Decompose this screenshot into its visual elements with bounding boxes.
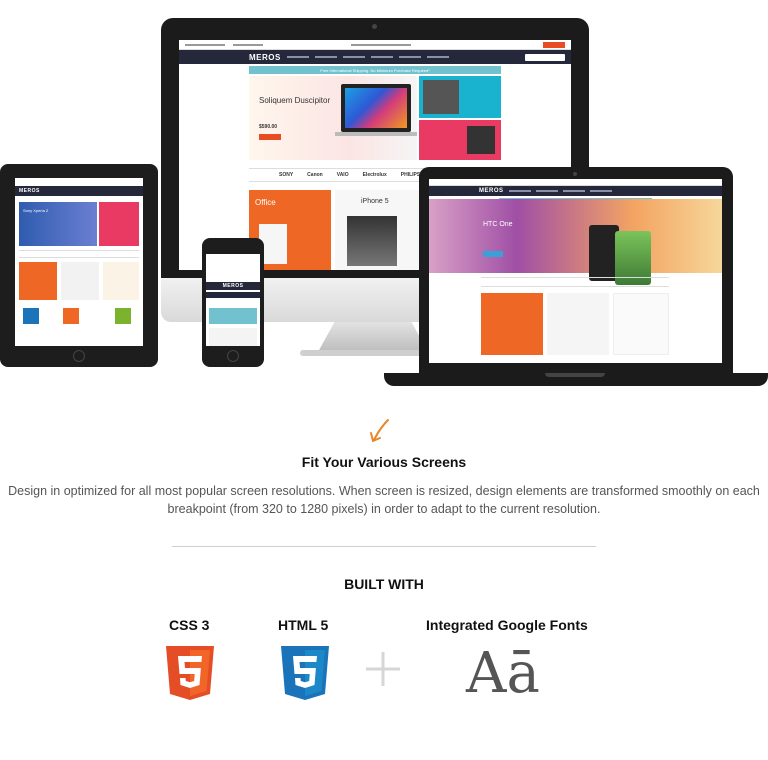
side-banner-top bbox=[419, 76, 501, 118]
tech-label-html5: HTML 5 bbox=[278, 617, 329, 633]
iphone-screen: MEROS bbox=[206, 254, 260, 346]
html5-shield-icon bbox=[166, 646, 214, 700]
site-nav: MEROS bbox=[179, 50, 571, 64]
laptop-image bbox=[341, 84, 411, 132]
camera-icon bbox=[573, 172, 577, 176]
tech-label-google-fonts: Integrated Google Fonts bbox=[426, 617, 588, 633]
slider-title: Soliquem Duscipitor bbox=[259, 96, 331, 105]
site-logo: MEROS bbox=[249, 52, 281, 62]
site-nav: MEROS bbox=[429, 186, 722, 196]
cart-button bbox=[543, 41, 565, 48]
xbox-icon bbox=[115, 308, 131, 324]
windows-icon bbox=[23, 308, 39, 324]
built-with-heading: BUILT WITH bbox=[344, 576, 424, 592]
ipad-screen: MEROS Sony Xperia Z bbox=[15, 178, 143, 346]
site-topbar bbox=[179, 40, 571, 50]
htc-hero-banner: HTC One bbox=[429, 199, 722, 285]
camera-icon bbox=[372, 24, 377, 29]
hero-slider: Soliquem Duscipitor $590.00 bbox=[249, 76, 417, 160]
divider bbox=[172, 546, 596, 547]
font-sample-icon: Aā bbox=[466, 641, 540, 706]
site-nav: MEROS bbox=[206, 282, 260, 290]
site-nav: MEROS bbox=[15, 186, 143, 196]
device-showcase: MEROS Free International Shipping. No Mi… bbox=[0, 0, 768, 395]
tech-label-css3: CSS 3 bbox=[169, 617, 210, 633]
feature-title: Fit Your Various Screens bbox=[301, 454, 467, 470]
side-banner-bottom bbox=[419, 120, 501, 160]
iphone-promo: iPhone 5 bbox=[335, 190, 419, 270]
shipping-banner: Free International Shipping. No Minimum … bbox=[249, 66, 501, 74]
home-button-icon bbox=[227, 350, 239, 362]
ipad-banner: Sony Xperia Z bbox=[19, 202, 97, 246]
plus-icon bbox=[366, 652, 400, 686]
search-box bbox=[525, 53, 565, 61]
shop-now-button bbox=[259, 134, 281, 140]
feature-description: Design in optimized for all most popular… bbox=[8, 484, 760, 516]
office-icon bbox=[63, 308, 79, 324]
shop-now-button bbox=[483, 251, 503, 257]
imac-stand bbox=[318, 322, 428, 352]
css3-shield-icon bbox=[281, 646, 329, 700]
home-button-icon bbox=[73, 350, 85, 362]
slider-price: $590.00 bbox=[259, 124, 278, 130]
macbook-screen: MEROS HTC One bbox=[429, 179, 722, 363]
arrow-down-left-icon bbox=[370, 419, 389, 442]
